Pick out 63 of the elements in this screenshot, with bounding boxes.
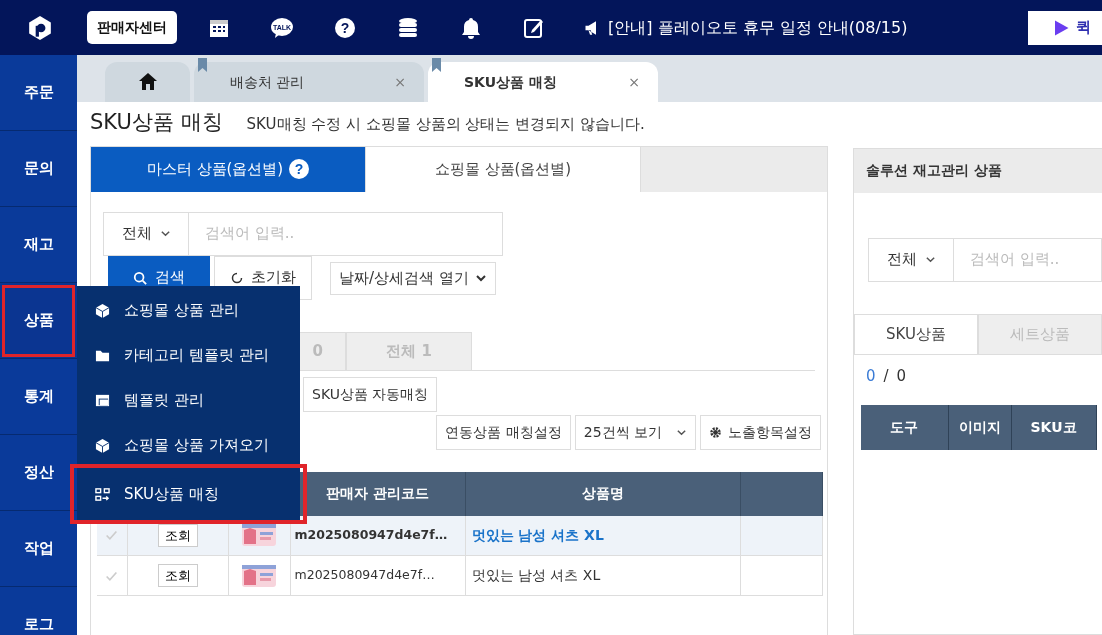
toolbar-button[interactable]: 연동상품 매칭설정 [436, 414, 571, 450]
notice-text[interactable]: [안내] 플레이오토 휴무 일정 안내(08/15) [608, 15, 908, 40]
layout-icon [95, 393, 110, 408]
cube-icon [95, 303, 110, 318]
folder-icon [95, 348, 110, 363]
scope-select[interactable]: 전체 [103, 211, 189, 256]
product-thumbnail-icon [242, 564, 276, 587]
auto-match-button[interactable]: SKU상품 자동매칭 [303, 376, 438, 412]
logo-icon [27, 14, 53, 41]
table-cell: 멋있는 남성 셔츠 XL [465, 555, 740, 596]
column-header: 도구 [861, 405, 948, 450]
bookmark-icon [432, 58, 441, 72]
total-count: 0 [896, 365, 907, 387]
table-row[interactable]: 조회 m2025080947d4e7f… 멋있는 남성 셔츠 XL [97, 515, 822, 556]
quick-button[interactable]: 퀵 [1028, 10, 1102, 45]
toolbar-button[interactable]: 25건씩 보기 [574, 414, 696, 450]
table-row[interactable]: 조회 m2025080947d4e7f… 멋있는 남성 셔츠 XL [97, 555, 822, 596]
page-note: SKU매칭 수정 시 쇼핑몰 상품의 상태는 변경되지 않습니다. [246, 114, 645, 135]
search-icon [133, 270, 147, 285]
grid-arrow-icon [95, 486, 110, 502]
detail-search-toggle[interactable]: 날짜/상세검색 열기 [330, 261, 496, 295]
column-header: SKU코 [1011, 405, 1096, 450]
panel-tab[interactable]: 마스터 상품(옵션별) ? [91, 146, 366, 192]
chevron-down-icon [924, 254, 936, 265]
page-title: SKU상품 매칭 [90, 110, 223, 136]
view-button[interactable]: 조회 [157, 563, 198, 588]
close-tab-button[interactable]: × [628, 71, 640, 93]
slash-separator: / [883, 365, 889, 387]
gear-icon [709, 425, 722, 439]
scope-select[interactable]: 전체 [868, 237, 954, 282]
product-link[interactable]: 멋있는 남성 셔츠 XL [465, 515, 740, 556]
database-icon[interactable] [396, 15, 420, 40]
toolbar-button[interactable]: 노출항목설정 [700, 414, 821, 450]
menu-item[interactable]: 카테고리 템플릿 관리 [77, 333, 300, 378]
table-cell: m2025080947d4e7f… [290, 515, 465, 556]
bell-icon[interactable] [459, 15, 483, 40]
page-tab[interactable] [105, 62, 190, 102]
search-field[interactable]: 검색어 입력.. [189, 211, 503, 256]
column-header: 상품명 [465, 471, 740, 516]
seller-center-button[interactable]: 판매자센터 [87, 11, 177, 44]
sidebar-item[interactable]: 상품 [0, 283, 77, 359]
bookmark-icon [198, 58, 207, 72]
menu-item[interactable]: 쇼핑몰 상품 가져오기 [77, 423, 300, 468]
menu-item[interactable]: 템플릿 관리 [77, 378, 300, 423]
table-cell: m2025080947d4e7f… [290, 555, 465, 596]
panel-title: 솔루션 재고관리 상품 [866, 161, 1002, 180]
panel-tab[interactable]: SKU상품 [854, 313, 978, 354]
play-icon [1052, 18, 1070, 37]
chevron-down-icon [159, 228, 171, 239]
chevron-down-icon [474, 272, 487, 284]
selected-count: 0 [866, 365, 876, 387]
cube-icon [95, 438, 110, 453]
help-icon[interactable]: ? [333, 15, 357, 40]
reset-icon [230, 271, 243, 284]
product-thumbnail-icon [242, 524, 276, 547]
view-button[interactable]: 조회 [157, 523, 198, 547]
panel-tab[interactable]: 쇼핑몰 상품(옵션별) [366, 146, 641, 192]
check-icon [105, 569, 119, 583]
help-icon: ? [289, 159, 310, 179]
home-icon [137, 72, 158, 92]
column-header: 이미지 [948, 405, 1011, 450]
check-icon [105, 529, 119, 543]
search-field[interactable]: 검색어 입력.. [954, 237, 1102, 282]
